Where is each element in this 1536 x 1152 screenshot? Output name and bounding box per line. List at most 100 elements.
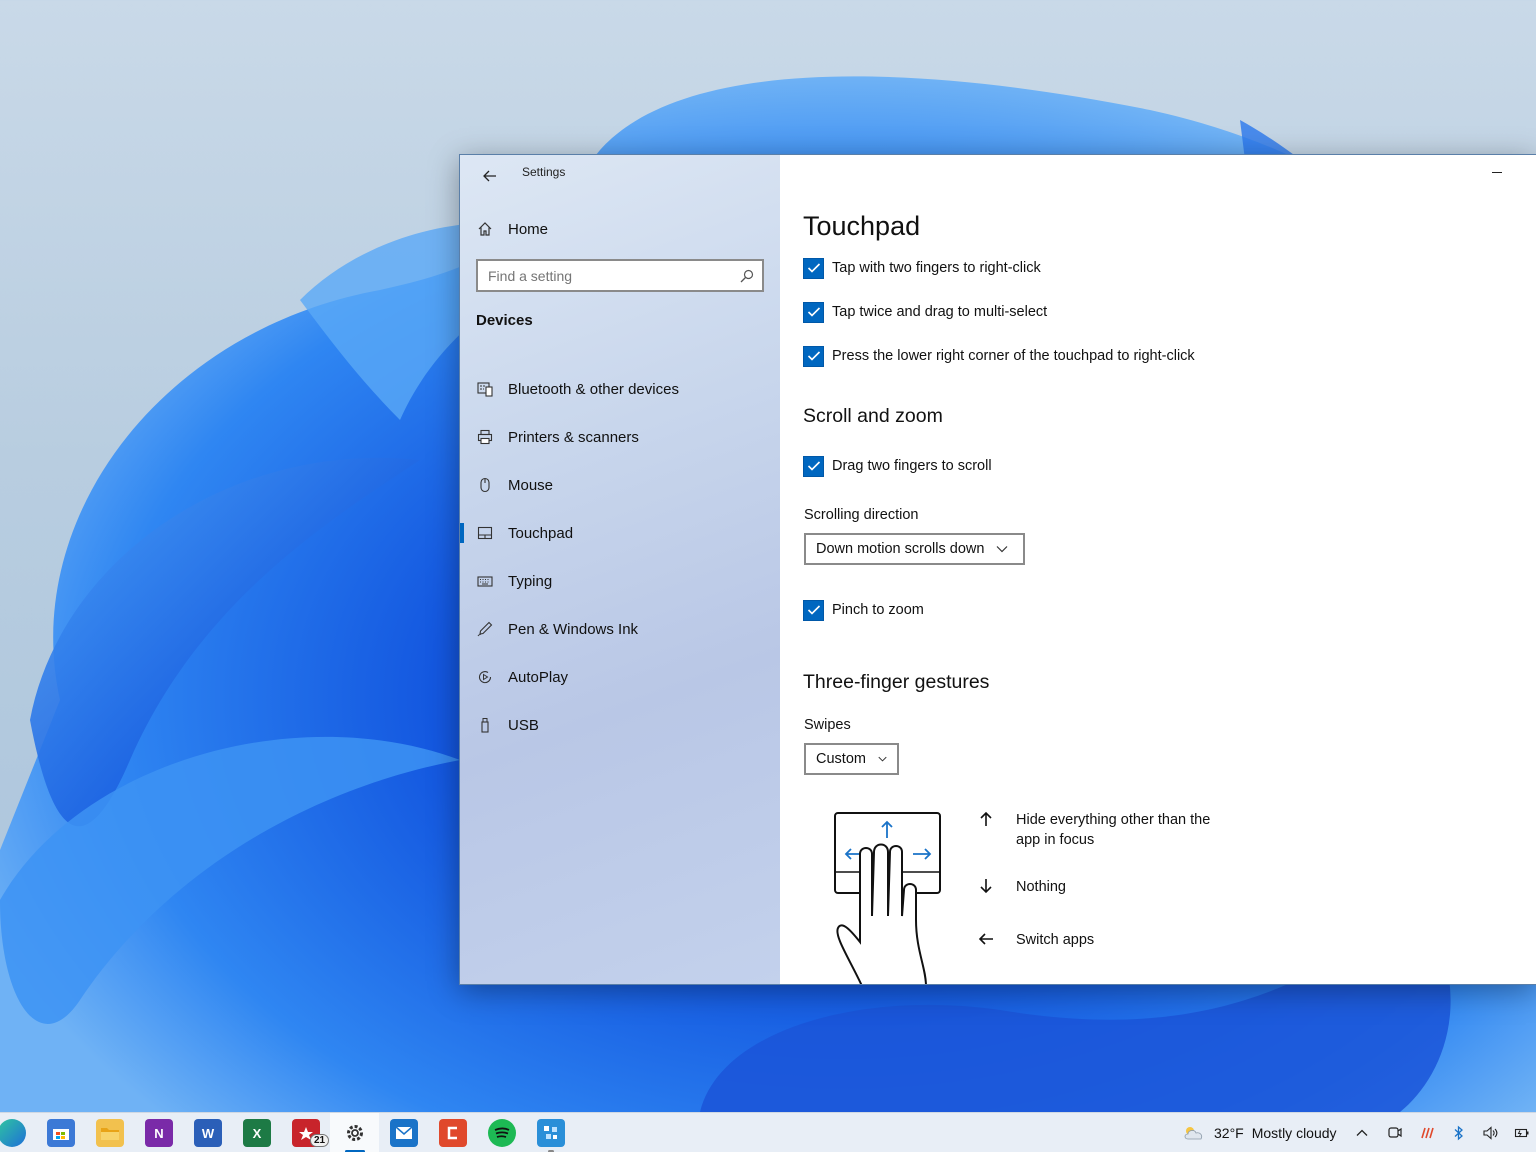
search-icon bbox=[740, 269, 754, 282]
gesture-action-text: Nothing bbox=[1016, 879, 1066, 895]
meet-now-icon[interactable] bbox=[1387, 1125, 1403, 1141]
home-icon bbox=[476, 220, 494, 238]
back-arrow-icon bbox=[483, 170, 496, 182]
search-box[interactable] bbox=[476, 259, 764, 292]
minimize-button[interactable] bbox=[1487, 159, 1507, 185]
checkmark-icon bbox=[807, 351, 820, 361]
devtool-icon[interactable] bbox=[537, 1119, 565, 1147]
content-pane: Touchpad Tap with two fingers to right-c… bbox=[780, 155, 1536, 984]
taskbar: N W X 21 32°F Mostly cloudy bbox=[0, 1112, 1536, 1152]
nav-item-label: Printers & scanners bbox=[508, 428, 639, 446]
nav-item-printers[interactable]: Printers & scanners bbox=[460, 413, 780, 461]
gesture-swipe-left: Switch apps bbox=[976, 930, 1236, 950]
checkbox-tap-twice-drag[interactable]: Tap twice and drag to multi-select bbox=[803, 301, 1047, 323]
weather-condition: Mostly cloudy bbox=[1251, 1125, 1337, 1141]
scrolling-direction-label: Scrolling direction bbox=[804, 507, 919, 523]
page-title: Touchpad bbox=[803, 211, 921, 241]
onenote-icon[interactable]: N bbox=[145, 1119, 173, 1147]
chevron-down-icon bbox=[878, 756, 887, 762]
window-title: Settings bbox=[522, 165, 566, 179]
cloudy-weather-icon bbox=[1184, 1127, 1203, 1140]
nav-item-label: Typing bbox=[508, 572, 553, 590]
bluetooth-devices-icon bbox=[476, 380, 494, 398]
spotify-icon[interactable] bbox=[488, 1119, 516, 1147]
mail-icon[interactable] bbox=[390, 1119, 418, 1147]
acrobat-badge: 21 bbox=[310, 1134, 330, 1147]
edge-icon[interactable] bbox=[0, 1119, 26, 1147]
nav-item-typing[interactable]: Typing bbox=[460, 557, 780, 605]
file-explorer-icon[interactable] bbox=[96, 1119, 124, 1147]
back-button[interactable] bbox=[472, 161, 508, 191]
nav-home[interactable]: Home bbox=[476, 215, 766, 243]
keyboard-icon bbox=[476, 572, 494, 590]
checkbox-two-finger-right-click[interactable]: Tap with two fingers to right-click bbox=[803, 257, 1041, 279]
scroll-zoom-heading: Scroll and zoom bbox=[803, 405, 943, 427]
chevron-down-icon bbox=[997, 546, 1008, 553]
dropdown-value: Custom bbox=[816, 751, 866, 767]
checkbox-lower-right-corner[interactable]: Press the lower right corner of the touc… bbox=[803, 345, 1195, 367]
weather-widget[interactable]: 32°F Mostly cloudy bbox=[1182, 1113, 1337, 1152]
nav-item-label: Bluetooth & other devices bbox=[508, 380, 679, 398]
bluetooth-icon[interactable] bbox=[1451, 1125, 1467, 1141]
gesture-swipe-up: Hide everything other than the app in fo… bbox=[976, 810, 1236, 850]
dropdown-value: Down motion scrolls down bbox=[816, 541, 985, 557]
nav-list: Bluetooth & other devices Printers & sca… bbox=[460, 365, 780, 749]
checkbox-label: Tap twice and drag to multi-select bbox=[832, 304, 1048, 320]
checkmark-icon bbox=[807, 263, 820, 273]
store-icon[interactable] bbox=[47, 1119, 75, 1147]
nav-item-touchpad[interactable]: Touchpad bbox=[460, 509, 780, 557]
checkbox-pinch-to-zoom[interactable]: Pinch to zoom bbox=[803, 599, 924, 621]
checkbox-label: Pinch to zoom bbox=[832, 602, 924, 618]
gesture-action-text: Switch apps bbox=[1016, 932, 1095, 948]
nav-home-label: Home bbox=[508, 220, 549, 238]
pen-icon bbox=[476, 620, 494, 638]
nav-item-bluetooth[interactable]: Bluetooth & other devices bbox=[460, 365, 780, 413]
chevron-up-icon[interactable] bbox=[1354, 1125, 1370, 1141]
nav-item-mouse[interactable]: Mouse bbox=[460, 461, 780, 509]
arrow-down-icon bbox=[976, 877, 996, 895]
snagit-icon[interactable] bbox=[439, 1119, 467, 1147]
scrolling-direction-dropdown[interactable]: Down motion scrolls down bbox=[804, 533, 1025, 565]
checkbox-drag-two-fingers[interactable]: Drag two fingers to scroll bbox=[803, 455, 992, 477]
checkbox-checked[interactable] bbox=[803, 257, 824, 279]
nav-item-pen[interactable]: Pen & Windows Ink bbox=[460, 605, 780, 653]
checkmark-icon bbox=[807, 307, 820, 317]
checkbox-checked[interactable] bbox=[803, 599, 824, 621]
touchpad-icon bbox=[476, 524, 494, 542]
checkmark-icon bbox=[807, 605, 820, 615]
battery-icon[interactable] bbox=[1514, 1125, 1530, 1141]
three-finger-hand-illustration-icon bbox=[834, 812, 941, 984]
gesture-action-text: Hide everything other than the app in fo… bbox=[1016, 812, 1211, 848]
minimize-icon bbox=[1492, 171, 1502, 173]
app-tray-icon[interactable] bbox=[1419, 1125, 1435, 1141]
three-finger-heading: Three-finger gestures bbox=[803, 671, 990, 693]
checkbox-label: Press the lower right corner of the touc… bbox=[832, 348, 1195, 364]
checkbox-checked[interactable] bbox=[803, 455, 824, 477]
search-input[interactable] bbox=[488, 267, 728, 284]
weather-temperature: 32°F bbox=[1214, 1125, 1244, 1141]
gesture-swipe-down: Nothing bbox=[976, 877, 1236, 897]
nav-item-label: Pen & Windows Ink bbox=[508, 620, 639, 638]
navigation-pane: Settings Home Devices Bluetooth & other … bbox=[460, 155, 780, 984]
swipes-label: Swipes bbox=[804, 717, 851, 733]
checkmark-icon bbox=[807, 461, 820, 471]
nav-item-label: USB bbox=[508, 716, 539, 734]
checkbox-label: Drag two fingers to scroll bbox=[832, 458, 992, 474]
settings-icon[interactable] bbox=[341, 1119, 369, 1147]
arrow-left-icon bbox=[976, 930, 996, 948]
arrow-up-icon bbox=[976, 810, 996, 828]
volume-icon[interactable] bbox=[1482, 1125, 1498, 1141]
checkbox-checked[interactable] bbox=[803, 345, 824, 367]
printer-icon bbox=[476, 428, 494, 446]
nav-item-label: Touchpad bbox=[508, 524, 574, 542]
word-icon[interactable]: W bbox=[194, 1119, 222, 1147]
checkbox-checked[interactable] bbox=[803, 301, 824, 323]
settings-window: Settings Home Devices Bluetooth & other … bbox=[459, 154, 1536, 985]
swipes-dropdown[interactable]: Custom bbox=[804, 743, 899, 775]
autoplay-icon bbox=[476, 668, 494, 686]
usb-icon bbox=[476, 716, 494, 734]
nav-item-usb[interactable]: USB bbox=[460, 701, 780, 749]
excel-icon[interactable]: X bbox=[243, 1119, 271, 1147]
nav-item-autoplay[interactable]: AutoPlay bbox=[460, 653, 780, 701]
section-title-devices: Devices bbox=[476, 312, 533, 329]
